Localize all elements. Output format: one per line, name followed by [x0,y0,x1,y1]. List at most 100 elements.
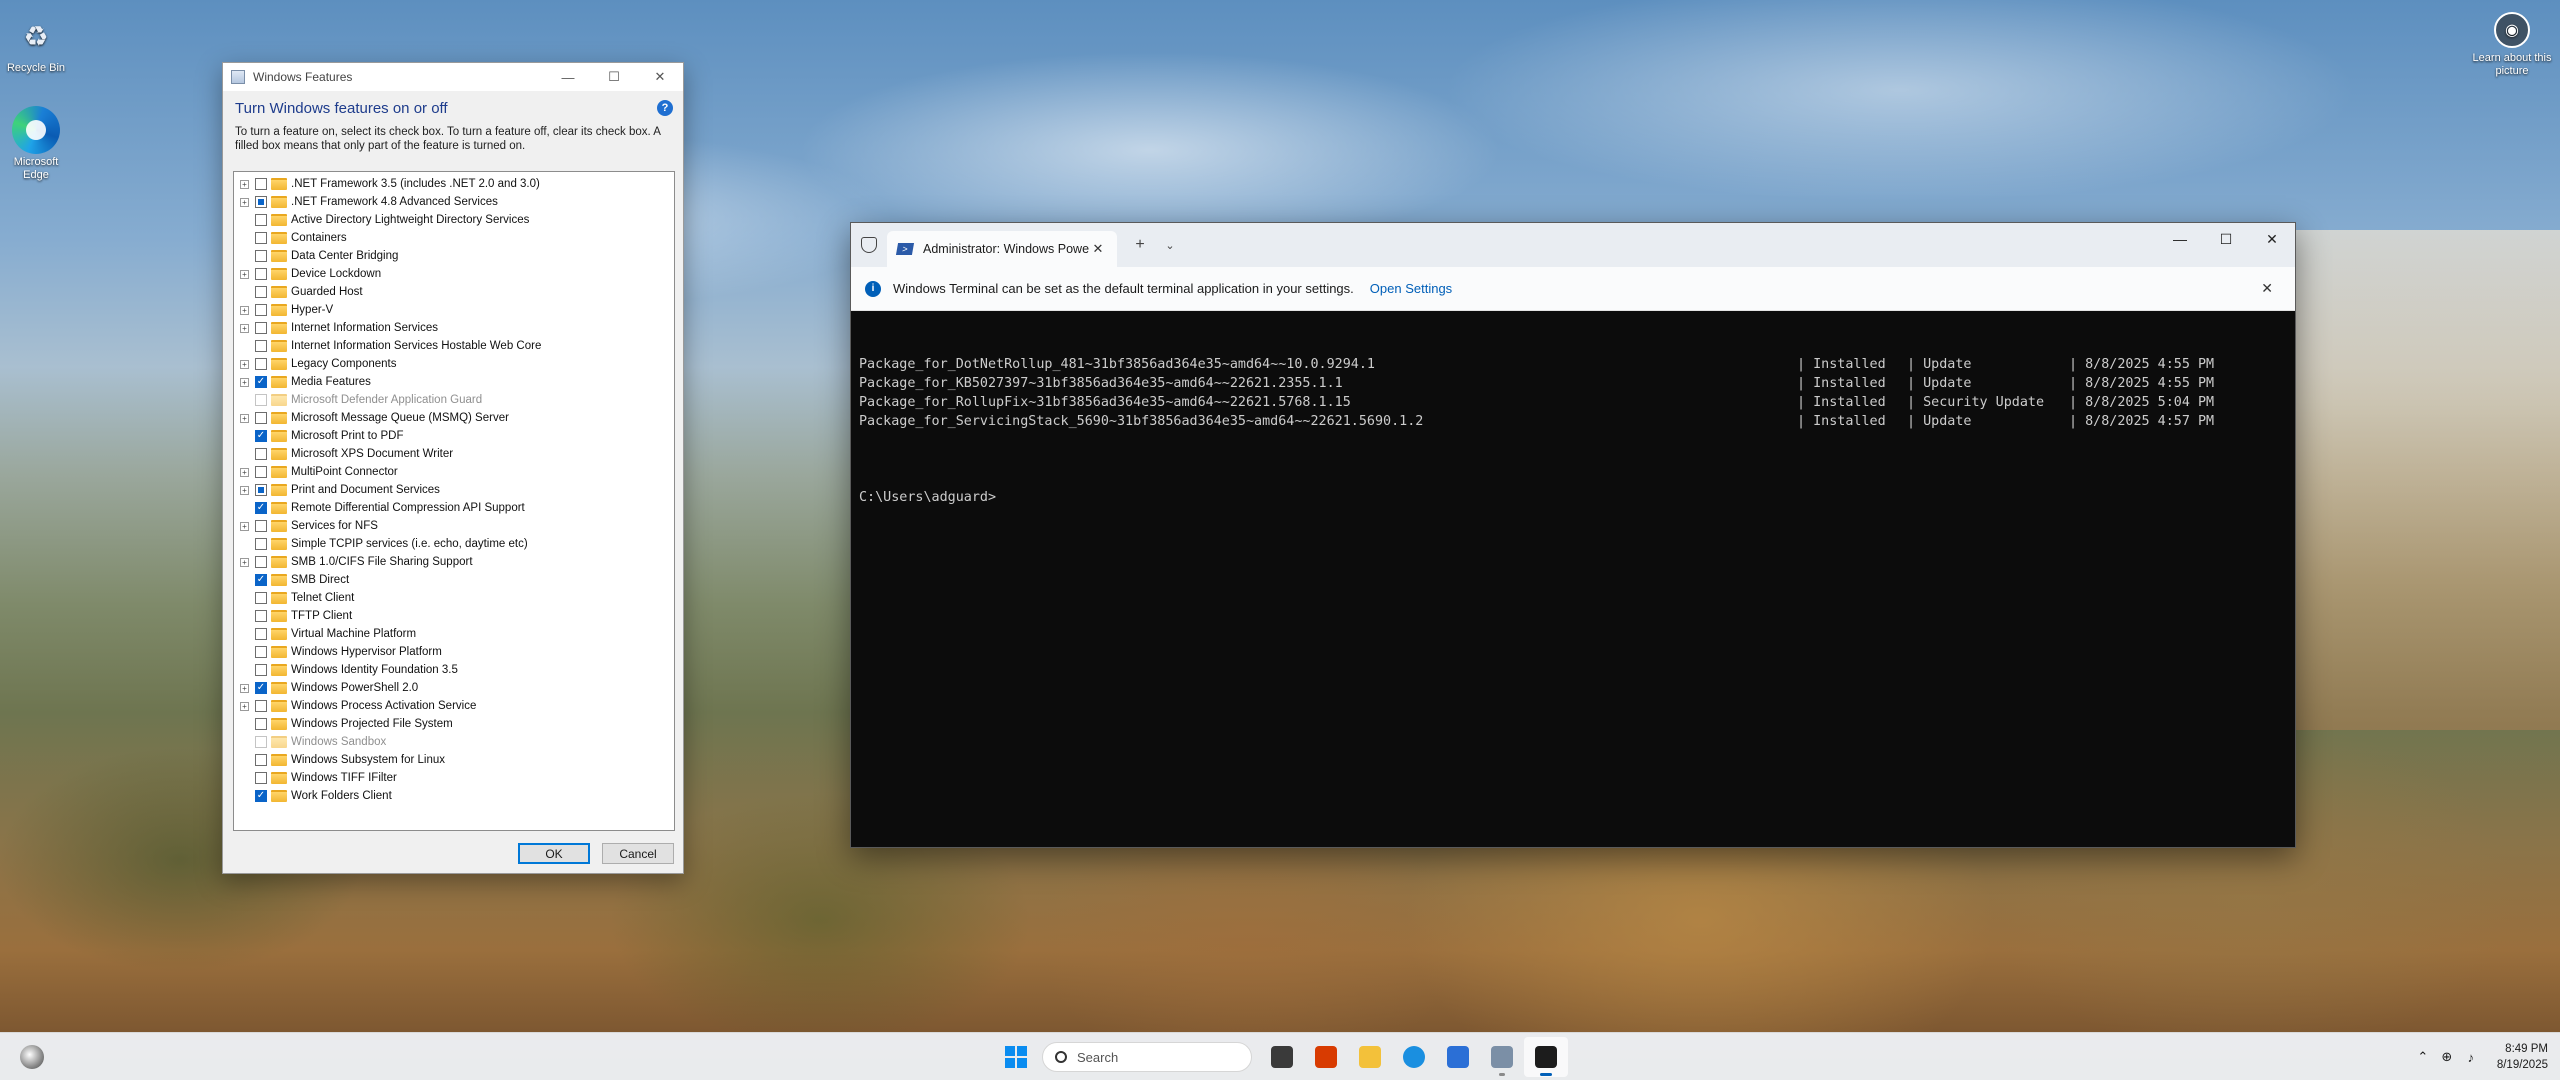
maximize-button[interactable]: ☐ [591,63,637,91]
feature-checkbox[interactable] [255,610,267,622]
feature-row[interactable]: + SMB 1.0/CIFS File Sharing Support [234,553,674,571]
expand-plus-icon[interactable]: + [240,269,249,279]
volume-icon[interactable]: ♪ [2459,1050,2483,1065]
feature-row[interactable]: + ✓ Media Features [234,373,674,391]
feature-row[interactable]: + MultiPoint Connector [234,463,674,481]
feature-checkbox[interactable] [255,232,267,244]
feature-checkbox[interactable] [255,520,267,532]
feature-checkbox[interactable] [255,718,267,730]
feature-row[interactable]: Internet Information Services Hostable W… [234,337,674,355]
feature-checkbox[interactable] [255,466,267,478]
terminal-minimize-button[interactable]: — [2157,223,2203,255]
feature-checkbox[interactable] [255,484,267,496]
start-button[interactable] [996,1037,1036,1077]
feature-row[interactable]: Windows Projected File System [234,715,674,733]
feature-checkbox[interactable]: ✓ [255,574,267,586]
feature-row[interactable]: + Device Lockdown [234,265,674,283]
feature-row[interactable]: + Hyper-V [234,301,674,319]
feature-row[interactable]: Containers [234,229,674,247]
expand-plus-icon[interactable]: + [240,305,249,315]
desktop-icon-edge[interactable]: Microsoft Edge [1,106,71,182]
expand-plus-icon[interactable]: + [240,359,249,369]
feature-row[interactable]: Simple TCPIP services (i.e. echo, daytim… [234,535,674,553]
command-prompt[interactable]: C:\Users\adguard> [859,488,2287,507]
expand-plus-icon[interactable]: + [240,485,249,495]
feature-checkbox[interactable] [255,412,267,424]
feature-checkbox[interactable] [255,628,267,640]
taskbar-app-store[interactable] [1436,1037,1480,1077]
widgets-icon[interactable] [20,1045,44,1069]
feature-row[interactable]: + ✓ Windows PowerShell 2.0 [234,679,674,697]
expand-plus-icon[interactable]: + [240,377,249,387]
feature-row[interactable]: Virtual Machine Platform [234,625,674,643]
chevron-up-icon[interactable]: ⌃ [2411,1049,2435,1065]
learn-about-picture[interactable]: ◉ Learn about this picture [2472,12,2552,78]
feature-row[interactable]: + .NET Framework 4.8 Advanced Services [234,193,674,211]
tab-close-icon[interactable]: ✕ [1089,241,1107,257]
taskbar-app-windows-features[interactable] [1480,1037,1524,1077]
feature-row[interactable]: ✓ SMB Direct [234,571,674,589]
windows-features-titlebar[interactable]: Windows Features — ☐ ✕ [223,63,683,91]
feature-checkbox[interactable] [255,538,267,550]
feature-checkbox[interactable] [255,304,267,316]
expand-plus-icon[interactable]: + [240,323,249,333]
expand-plus-icon[interactable]: + [240,521,249,531]
feature-row[interactable]: Windows Sandbox [234,733,674,751]
terminal-tabbar[interactable]: > Administrator: Windows Powe ✕ + ⌄ — ☐ … [851,223,2295,267]
feature-checkbox[interactable] [255,700,267,712]
expand-plus-icon[interactable]: + [240,467,249,477]
taskbar-app-office[interactable] [1304,1037,1348,1077]
taskbar-app-file-explorer[interactable] [1348,1037,1392,1077]
feature-checkbox[interactable]: ✓ [255,376,267,388]
expand-plus-icon[interactable]: + [240,197,249,207]
feature-row[interactable]: + Windows Process Activation Service [234,697,674,715]
expand-plus-icon[interactable]: + [240,179,249,189]
feature-checkbox[interactable] [255,250,267,262]
taskbar-app-task-view[interactable] [1260,1037,1304,1077]
feature-checkbox[interactable] [255,592,267,604]
ok-button[interactable]: OK [518,843,590,864]
feature-checkbox[interactable] [255,358,267,370]
feature-row[interactable]: Windows Identity Foundation 3.5 [234,661,674,679]
network-icon[interactable]: ⊕ [2435,1049,2459,1065]
feature-row[interactable]: Microsoft XPS Document Writer [234,445,674,463]
feature-checkbox[interactable]: ✓ [255,682,267,694]
feature-checkbox[interactable] [255,664,267,676]
feature-row[interactable]: + Legacy Components [234,355,674,373]
desktop-icon-recycle-bin[interactable]: ♻ Recycle Bin [1,12,71,75]
feature-checkbox[interactable] [255,322,267,334]
feature-row[interactable]: + Print and Document Services [234,481,674,499]
terminal-tab[interactable]: > Administrator: Windows Powe ✕ [887,231,1117,267]
chevron-down-icon[interactable]: ⌄ [1157,239,1183,252]
help-icon[interactable]: ? [657,100,673,116]
terminal-output[interactable]: Package_for_DotNetRollup_481~31bf3856ad3… [851,311,2295,551]
feature-row[interactable]: Telnet Client [234,589,674,607]
feature-row[interactable]: + .NET Framework 3.5 (includes .NET 2.0 a… [234,175,674,193]
feature-row[interactable]: Windows Hypervisor Platform [234,643,674,661]
feature-checkbox[interactable] [255,286,267,298]
feature-checkbox[interactable]: ✓ [255,502,267,514]
feature-row[interactable]: Windows Subsystem for Linux [234,751,674,769]
open-settings-link[interactable]: Open Settings [1370,281,1452,296]
feature-checkbox[interactable] [255,340,267,352]
feature-checkbox[interactable]: ✓ [255,790,267,802]
feature-row[interactable]: Data Center Bridging [234,247,674,265]
terminal-close-button[interactable]: ✕ [2249,223,2295,255]
feature-row[interactable]: Guarded Host [234,283,674,301]
taskbar-app-terminal[interactable] [1524,1037,1568,1077]
feature-row[interactable]: Windows TIFF IFilter [234,769,674,787]
terminal-maximize-button[interactable]: ☐ [2203,223,2249,255]
feature-checkbox[interactable] [255,268,267,280]
taskbar-search[interactable]: Search [1042,1042,1252,1072]
feature-checkbox[interactable] [255,178,267,190]
close-button[interactable]: ✕ [637,63,683,91]
feature-checkbox[interactable] [255,646,267,658]
feature-checkbox[interactable] [255,196,267,208]
features-tree[interactable]: + .NET Framework 3.5 (includes .NET 2.0 a… [233,171,675,831]
feature-row[interactable]: + Internet Information Services [234,319,674,337]
minimize-button[interactable]: — [545,63,591,91]
feature-checkbox[interactable]: ✓ [255,430,267,442]
feature-row[interactable]: ✓ Microsoft Print to PDF [234,427,674,445]
feature-checkbox[interactable] [255,556,267,568]
feature-checkbox[interactable] [255,772,267,784]
